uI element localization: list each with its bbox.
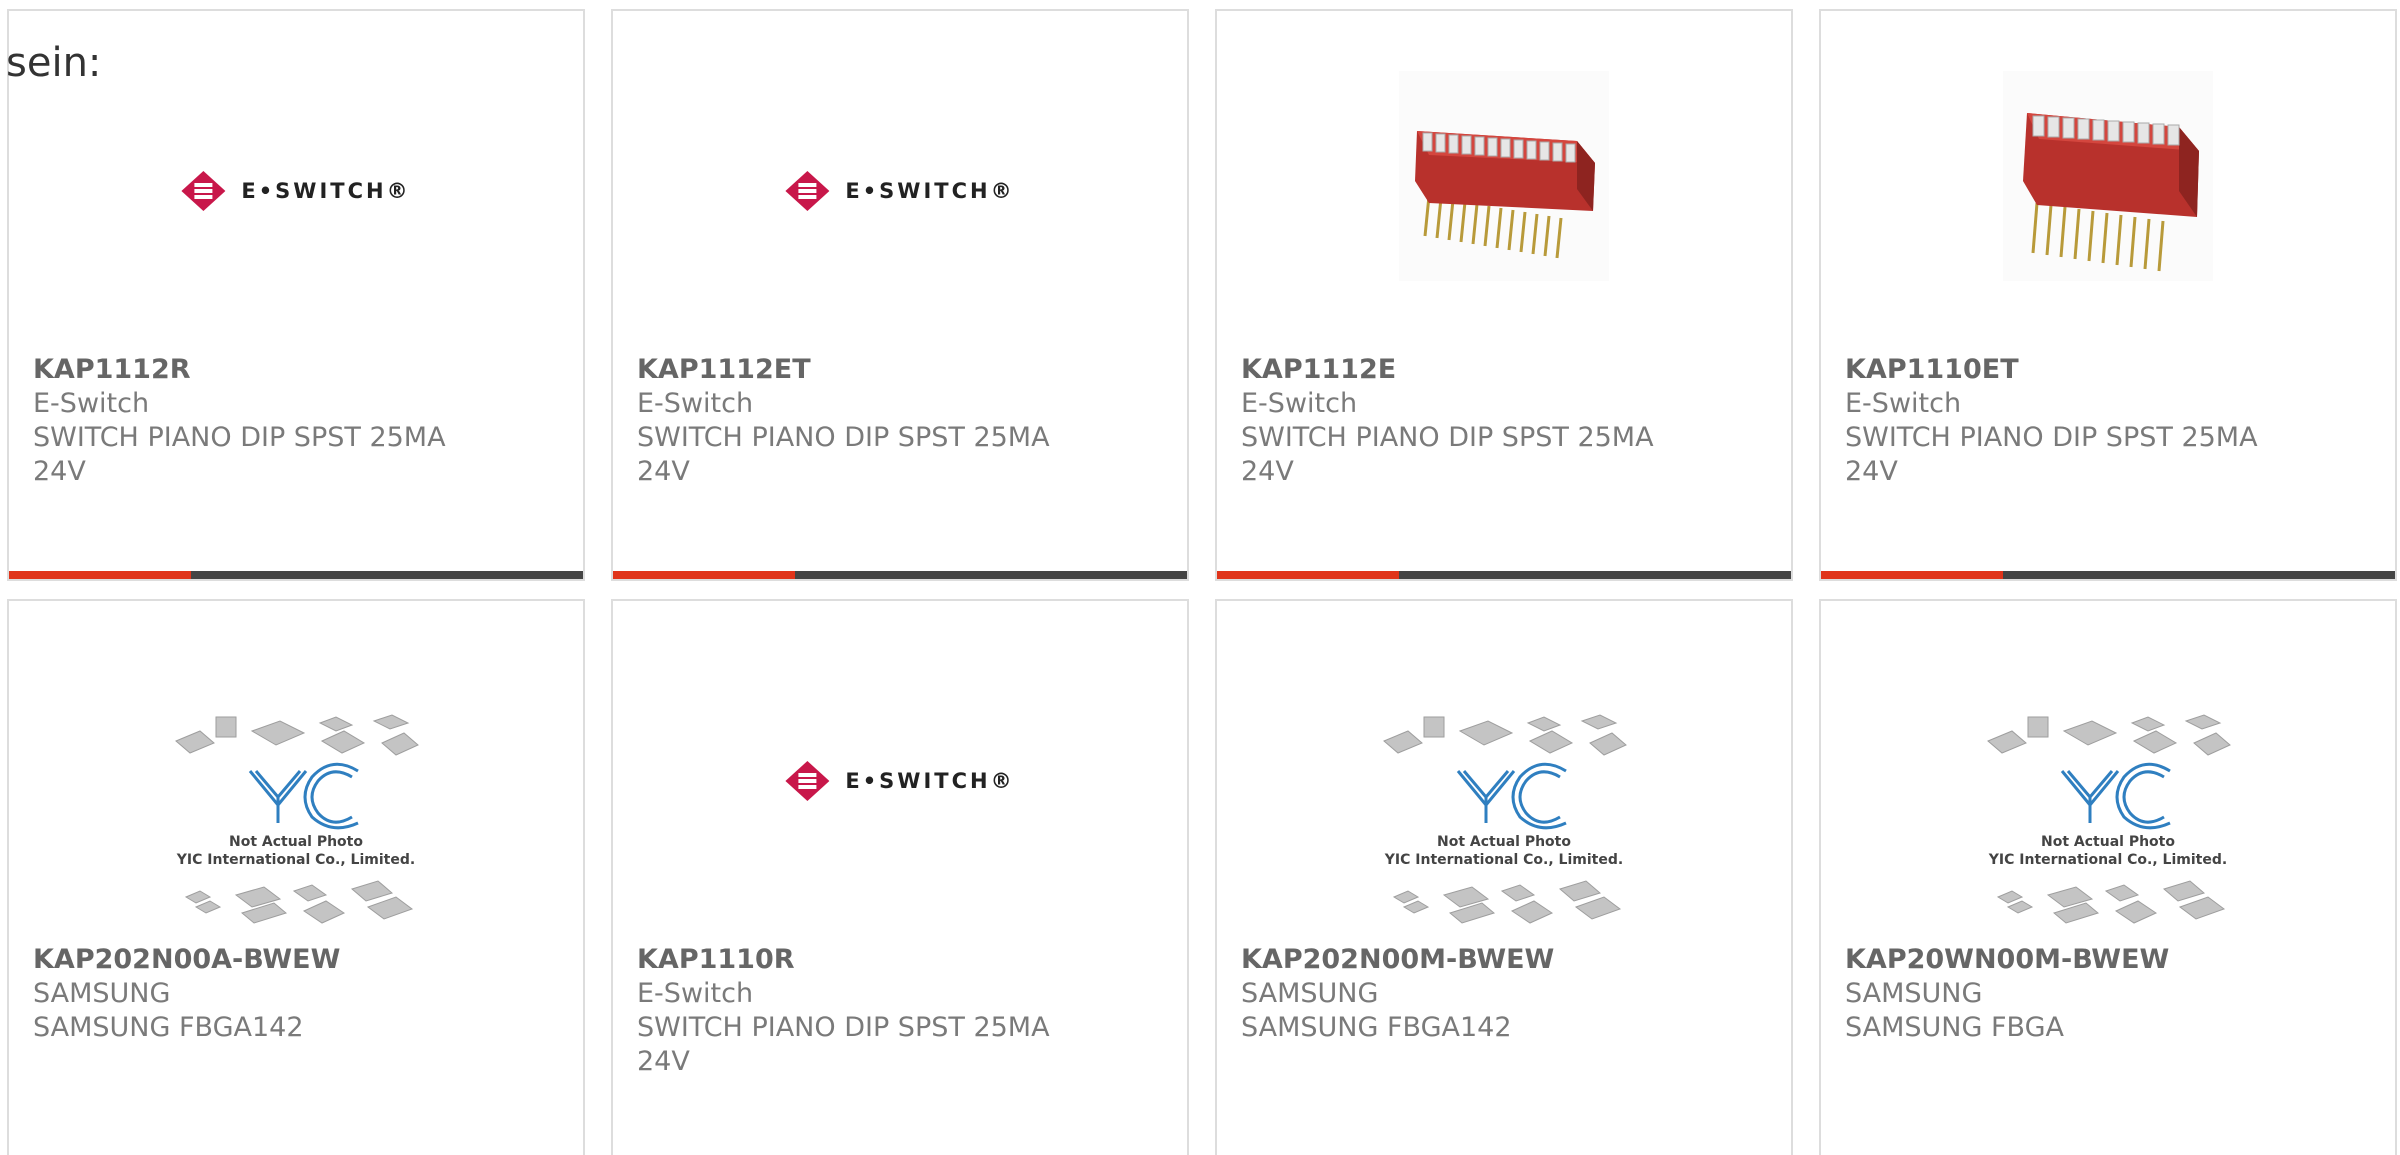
part-number[interactable]: KAP202N00M-BWEW [1241,943,1781,977]
caption-line-2: YIC International Co., Limited. [1988,852,2228,868]
product-card[interactable]: E•SWITCH® KAP1112R E-Switch SWITCH PIANO… [7,9,585,581]
product-info: KAP20WN00M-BWEW SAMSUNG SAMSUNG FBGA [1845,943,2385,1045]
not-actual-photo-caption: Not Actual Photo YIC International Co., … [156,833,436,869]
not-actual-photo-caption: Not Actual Photo YIC International Co., … [1364,833,1644,869]
description: SWITCH PIANO DIP SPST 25MA [33,422,446,453]
yic-placeholder-image: Not Actual Photo YIC International Co., … [156,711,436,951]
manufacturer: E-Switch [1845,388,1962,419]
part-number[interactable]: KAP202N00A-BWEW [33,943,573,977]
card-footer-bar [1821,571,2395,579]
description: SAMSUNG FBGA [1845,1012,2064,1043]
description-line-2: 24V [637,456,690,487]
eswitch-logo-text: E•SWITCH® [241,179,411,203]
caption-line-1: Not Actual Photo [2041,834,2175,850]
product-info: KAP1110ET E-Switch SWITCH PIANO DIP SPST… [1845,353,2385,489]
eswitch-logo-text: E•SWITCH® [845,769,1015,793]
description: SWITCH PIANO DIP SPST 25MA [637,1012,1050,1043]
caption-line-1: Not Actual Photo [1437,834,1571,850]
manufacturer: SAMSUNG [1845,978,1983,1009]
description: SWITCH PIANO DIP SPST 25MA [1241,422,1654,453]
eswitch-logo: E•SWITCH® [785,761,1014,801]
manufacturer: E-Switch [1241,388,1358,419]
part-number[interactable]: KAP1110R [637,943,1177,977]
part-number[interactable]: KAP1112ET [637,353,1177,387]
description-line-2: 24V [637,1046,690,1077]
product-info: KAP202N00A-BWEW SAMSUNG SAMSUNG FBGA142 [33,943,573,1045]
product-card[interactable]: E•SWITCH® KAP1112ET E-Switch SWITCH PIAN… [611,9,1189,581]
product-image[interactable]: E•SWITCH® [613,66,1187,306]
description: SAMSUNG FBGA142 [1241,1012,1512,1043]
description: SAMSUNG FBGA142 [33,1012,304,1043]
product-info: KAP1112R E-Switch SWITCH PIANO DIP SPST … [33,353,573,489]
card-footer-bar [1217,571,1791,579]
part-number[interactable]: KAP1112R [33,353,573,387]
part-number[interactable]: KAP1112E [1241,353,1781,387]
not-actual-photo-caption: Not Actual Photo YIC International Co., … [1968,833,2248,869]
yic-placeholder-image: Not Actual Photo YIC International Co., … [1364,711,1644,951]
intro-text: sein: [6,40,102,86]
product-info: KAP1110R E-Switch SWITCH PIANO DIP SPST … [637,943,1177,1079]
product-grid-page: sein: E•SWITCH® KAP1112R E-Switch SWITCH… [0,0,2400,1155]
dip-switch-photo [1399,71,1609,281]
dip-switch-photo [2003,71,2213,281]
eswitch-logo-icon [785,171,830,211]
chip-cluster-icon [175,714,419,924]
product-card[interactable]: KAP1112E E-Switch SWITCH PIANO DIP SPST … [1215,9,1793,581]
eswitch-logo: E•SWITCH® [785,171,1014,211]
product-card[interactable]: E•SWITCH® KAP1110R E-Switch SWITCH PIANO… [611,599,1189,1155]
product-image[interactable]: Not Actual Photo YIC International Co., … [1821,656,2395,924]
card-footer-accent [1217,571,1399,579]
description-line-2: 24V [33,456,86,487]
yic-placeholder-image: Not Actual Photo YIC International Co., … [1968,711,2248,951]
product-card[interactable]: KAP1110ET E-Switch SWITCH PIANO DIP SPST… [1819,9,2397,581]
product-info: KAP1112ET E-Switch SWITCH PIANO DIP SPST… [637,353,1177,489]
product-image[interactable]: Not Actual Photo YIC International Co., … [9,656,583,924]
description: SWITCH PIANO DIP SPST 25MA [1845,422,2258,453]
product-image[interactable] [1821,66,2395,306]
eswitch-logo-text: E•SWITCH® [845,179,1015,203]
eswitch-logo-icon [785,761,830,801]
product-card[interactable]: Not Actual Photo YIC International Co., … [1819,599,2397,1155]
part-number[interactable]: KAP20WN00M-BWEW [1845,943,2385,977]
description: SWITCH PIANO DIP SPST 25MA [637,422,1050,453]
description-line-2: 24V [1845,456,1898,487]
caption-line-2: YIC International Co., Limited. [176,852,416,868]
product-info: KAP202N00M-BWEW SAMSUNG SAMSUNG FBGA142 [1241,943,1781,1045]
card-footer-accent [1821,571,2003,579]
manufacturer: SAMSUNG [33,978,171,1009]
product-card[interactable]: Not Actual Photo YIC International Co., … [7,599,585,1155]
eswitch-logo: E•SWITCH® [181,171,410,211]
card-footer-accent [613,571,795,579]
caption-line-2: YIC International Co., Limited. [1384,852,1624,868]
chip-cluster-icon [1987,714,2231,924]
caption-line-1: Not Actual Photo [229,834,363,850]
card-footer-accent [9,571,191,579]
part-number[interactable]: KAP1110ET [1845,353,2385,387]
eswitch-logo-icon [181,171,226,211]
product-image[interactable]: Not Actual Photo YIC International Co., … [1217,656,1791,924]
card-footer-bar [9,571,583,579]
manufacturer: SAMSUNG [1241,978,1379,1009]
card-footer-bar [613,571,1187,579]
description-line-2: 24V [1241,456,1294,487]
product-image[interactable]: E•SWITCH® [613,656,1187,896]
product-image[interactable] [1217,66,1791,306]
manufacturer: E-Switch [33,388,150,419]
manufacturer: E-Switch [637,388,754,419]
product-card[interactable]: Not Actual Photo YIC International Co., … [1215,599,1793,1155]
manufacturer: E-Switch [637,978,754,1009]
product-info: KAP1112E E-Switch SWITCH PIANO DIP SPST … [1241,353,1781,489]
chip-cluster-icon [1383,714,1627,924]
product-image[interactable]: E•SWITCH® [9,66,583,306]
